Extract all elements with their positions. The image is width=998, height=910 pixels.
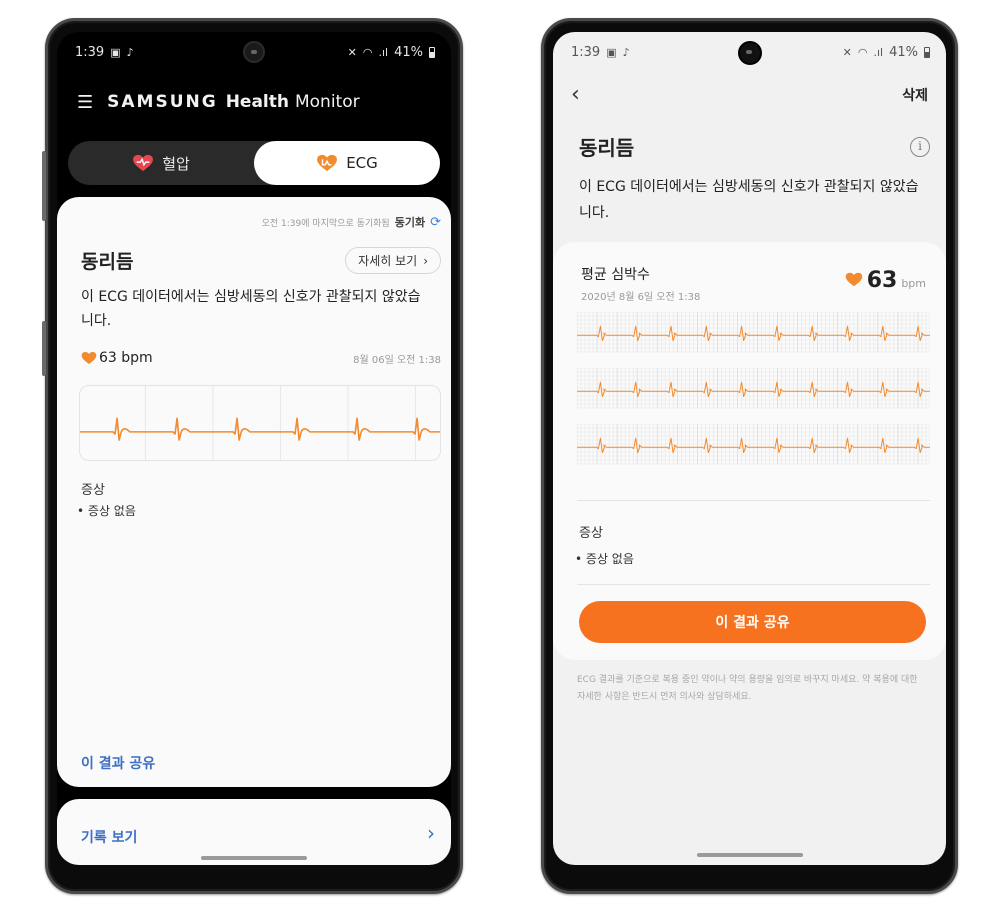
symptoms-title: 증상: [81, 483, 105, 498]
battery-icon: [924, 46, 930, 58]
symptoms-title: 증상: [579, 526, 603, 541]
phone-left: 1:39 ▣ ♪ ✕ ◠ .ıl 41% ☰ SAMSUNG Health Mo…: [42, 18, 463, 894]
symptom-item-text: 증상 없음: [585, 552, 634, 566]
brand-samsung: SAMSUNG: [107, 92, 218, 112]
info-icon[interactable]: i: [910, 137, 930, 157]
home-indicator[interactable]: [201, 856, 307, 860]
screen-ecg-home: 1:39 ▣ ♪ ✕ ◠ .ıl 41% ☰ SAMSUNG Health Mo…: [57, 32, 451, 865]
heart-icon: [81, 352, 97, 364]
avg-hr-date: 2020년 8월 6일 오전 1:38: [581, 292, 701, 303]
phone-right: 1:39 ▣ ♪ ✕ ◠ .ıl 41% ‹ 삭제 동리듬 i 이 ECG 데이…: [541, 18, 958, 894]
phone-side-button: [42, 321, 46, 376]
wifi-icon: ◠: [362, 45, 373, 59]
mode-tabs: 혈압 ECG: [68, 141, 440, 185]
screen-ecg-detail: 1:39 ▣ ♪ ✕ ◠ .ıl 41% ‹ 삭제 동리듬 i 이 ECG 데이…: [553, 32, 946, 865]
share-result-link[interactable]: 이 결과 공유: [81, 753, 155, 773]
ecg-preview[interactable]: [79, 385, 441, 461]
ecg-strip-waveform: [577, 312, 930, 353]
front-camera: [243, 41, 265, 63]
symptom-item: • 증상 없음: [77, 504, 136, 518]
status-time: 1:39: [571, 44, 601, 60]
phone-side-button: [42, 151, 46, 221]
tab-ecg-label: ECG: [346, 154, 378, 172]
detail-toolbar: ‹ 삭제: [571, 82, 928, 107]
view-details-button[interactable]: 자세히 보기 ›: [345, 247, 441, 274]
chevron-right-icon: ›: [427, 821, 435, 845]
mute-icon: ✕: [347, 45, 357, 59]
avg-hr: 63 bpm: [845, 268, 926, 293]
heart-icon: [845, 272, 862, 287]
status-bar: 1:39 ▣ ♪ ✕ ◠ .ıl 41%: [57, 32, 451, 72]
result-date: 8월 06일 오전 1:38: [353, 354, 441, 366]
mute-icon: ✕: [842, 45, 852, 59]
sync-button[interactable]: 동기화: [395, 214, 425, 230]
gallery-notification-icon: ▣: [606, 45, 617, 59]
ecg-strip-1: [577, 312, 930, 358]
chevron-right-icon: ›: [423, 253, 428, 268]
battery-icon: [429, 46, 435, 58]
gallery-notification-icon: ▣: [110, 45, 121, 59]
result-meta: 63 bpm 8월 06일 오전 1:38: [81, 350, 441, 366]
home-indicator[interactable]: [696, 853, 803, 857]
result-description: 이 ECG 데이터에서는 심방세동의 신호가 관찰되지 않았습니다.: [81, 289, 421, 329]
front-camera: [737, 41, 762, 65]
heart-ecg-icon: [317, 154, 338, 172]
medical-disclaimer: ECG 결과를 기준으로 복용 중인 약이나 약의 용량을 임의로 바꾸지 마세…: [577, 675, 918, 702]
music-notification-icon: ♪: [622, 45, 630, 59]
symptom-item: • 증상 없음: [575, 552, 634, 566]
wifi-icon: ◠: [857, 45, 868, 59]
divider: [577, 584, 930, 585]
avg-hr-value: 63: [866, 268, 898, 293]
delete-button[interactable]: 삭제: [902, 85, 928, 105]
avg-hr-unit: bpm: [901, 277, 926, 290]
sync-icon[interactable]: ⟳: [430, 215, 441, 230]
divider: [577, 500, 930, 501]
detail-card: 평균 심박수 2020년 8월 6일 오전 1:38 63 bpm 증상 • 증…: [553, 242, 946, 660]
ecg-trace: [80, 417, 440, 441]
symptom-item-text: 증상 없음: [87, 504, 136, 518]
ecg-strip-waveform: [577, 424, 930, 465]
ecg-result-card: 오전 1:39에 마지막으로 동기화됨 동기화 ⟳ 동리듬 자세히 보기 › 이…: [57, 197, 451, 787]
heart-blood-pressure-icon: [133, 154, 154, 172]
detail-description: 이 ECG 데이터에서는 심방세동의 신호가 관찰되지 않았습니다.: [579, 179, 919, 221]
battery-percent: 41%: [889, 44, 918, 60]
share-result-button[interactable]: 이 결과 공유: [579, 601, 926, 643]
ecg-strip-2: [577, 368, 930, 414]
tab-blood-pressure-label: 혈압: [162, 154, 190, 173]
tab-ecg[interactable]: ECG: [254, 141, 440, 185]
menu-icon[interactable]: ☰: [77, 92, 93, 113]
view-history-label: 기록 보기: [81, 830, 138, 846]
signal-icon: .ıl: [378, 45, 389, 59]
ecg-strip-waveform: [577, 368, 930, 409]
tab-blood-pressure[interactable]: 혈압: [68, 141, 254, 185]
music-notification-icon: ♪: [126, 45, 134, 59]
ecg-preview-waveform: [80, 386, 440, 460]
avg-hr-label: 평균 심박수: [581, 267, 650, 283]
heart-rate: 63 bpm: [81, 350, 153, 366]
status-time: 1:39: [75, 44, 105, 60]
signal-icon: .ıl: [873, 45, 884, 59]
detail-title: 동리듬: [579, 136, 635, 160]
view-details-label: 자세히 보기: [358, 254, 418, 268]
brand-health: Health: [225, 92, 289, 112]
ecg-strip-3: [577, 424, 930, 470]
sync-row: 오전 1:39에 마지막으로 동기화됨 동기화 ⟳: [262, 214, 441, 230]
heart-rate-value: 63 bpm: [99, 350, 153, 366]
back-icon[interactable]: ‹: [571, 82, 580, 107]
result-title: 동리듬: [81, 251, 134, 273]
brand-monitor: Monitor: [294, 92, 360, 112]
app-bar: ☰ SAMSUNG Health Monitor: [77, 88, 431, 116]
battery-percent: 41%: [394, 44, 423, 60]
status-bar: 1:39 ▣ ♪ ✕ ◠ .ıl 41%: [553, 32, 946, 72]
result-title-row: 동리듬 자세히 보기 ›: [81, 247, 441, 274]
last-sync-text: 오전 1:39에 마지막으로 동기화됨: [261, 218, 390, 229]
